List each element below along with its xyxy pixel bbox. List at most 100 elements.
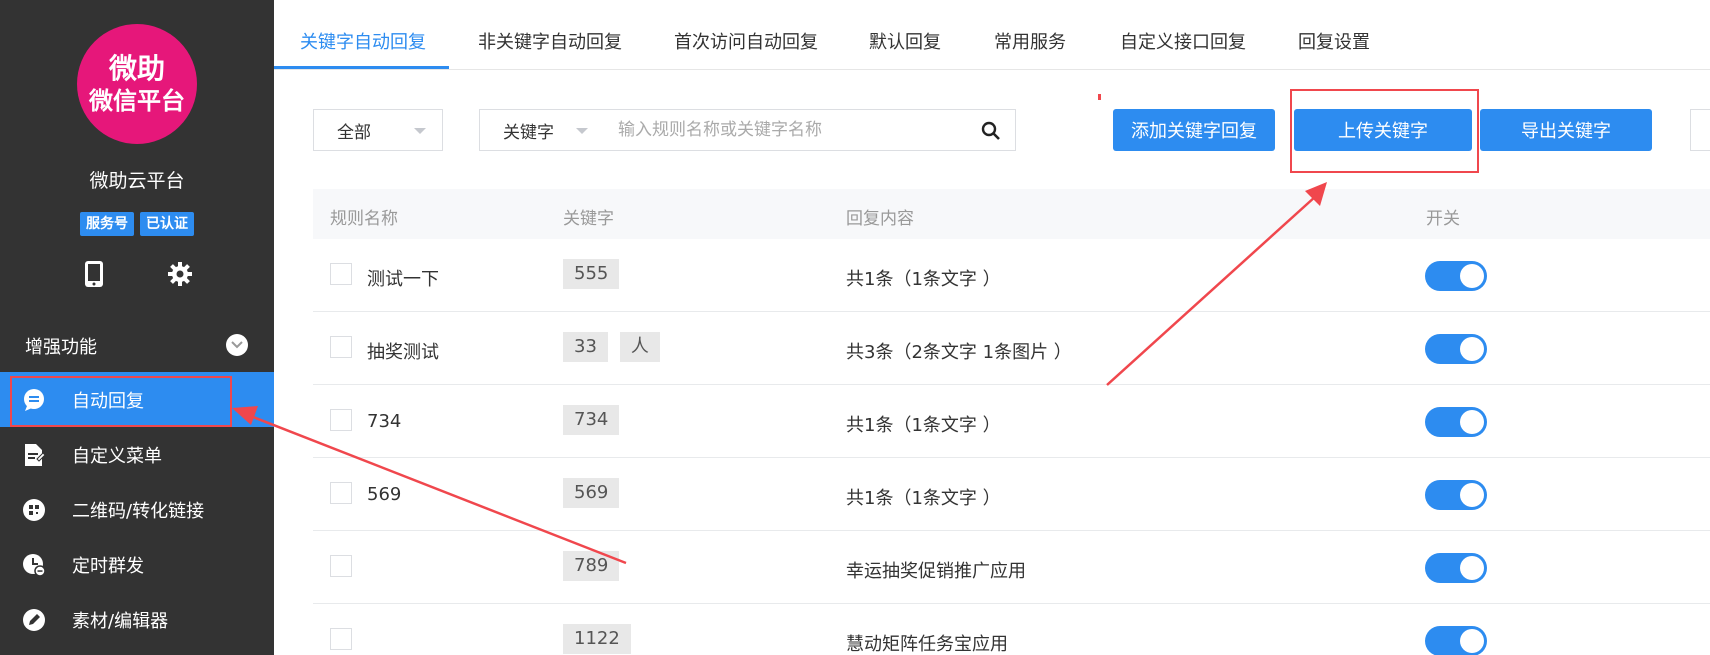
table-row: 789 幸运抽奖促销推广应用 (313, 531, 1710, 604)
annotation-highlight-upload (1290, 89, 1479, 173)
table-row: 569 569 共1条（1条文字 ） (313, 458, 1710, 531)
chat-bubble-icon (22, 388, 46, 412)
switch-knob (1460, 410, 1484, 434)
row-checkbox[interactable] (330, 336, 352, 358)
keyword-tag: 569 (563, 478, 620, 508)
reply-summary: 慧动矩阵任务宝应用 (846, 634, 1008, 655)
enable-switch[interactable] (1425, 407, 1487, 437)
rule-name: 测试一下 (367, 269, 439, 290)
badge-verified: 已认证 (140, 212, 194, 236)
tab-first-visit-reply[interactable]: 首次访问自动回复 (674, 28, 818, 54)
tab-common-services[interactable]: 常用服务 (994, 28, 1066, 54)
column-header-switch: 开关 (1426, 209, 1460, 229)
sidebar-item-label: 定时群发 (72, 555, 144, 577)
tab-non-keyword-reply[interactable]: 非关键字自动回复 (478, 28, 622, 54)
row-checkbox[interactable] (330, 263, 352, 285)
sidebar-item-label: 二维码/转化链接 (72, 500, 205, 522)
switch-knob (1460, 264, 1484, 288)
keyword-tag: 789 (563, 551, 620, 581)
column-header-keyword: 关键字 (563, 209, 614, 229)
table-row: 测试一下 555 共1条（1条文字 ） (313, 239, 1710, 312)
rule-name: 734 (367, 411, 402, 432)
reply-summary: 共1条（1条文字 ） (846, 269, 1001, 290)
keyword-rules-table: 规则名称 关键字 回复内容 开关 测试一下 555 共1条（1条文字 ） 抽奖测… (313, 189, 1710, 655)
switch-knob (1460, 556, 1484, 580)
table-row: 1122 慧动矩阵任务宝应用 (313, 604, 1710, 655)
enable-switch[interactable] (1425, 480, 1487, 510)
enable-switch[interactable] (1425, 553, 1487, 583)
sidebar-item-custom-menu[interactable]: 自定义菜单 (0, 427, 274, 482)
switch-knob (1460, 483, 1484, 507)
keyword-tags: 734 (563, 405, 620, 435)
keyword-tags: 555 (563, 259, 620, 289)
logo-line2: 微信平台 (89, 87, 185, 115)
keyword-tags: 569 (563, 478, 620, 508)
sidebar-nav: 自动回复 自定义菜单 二维码/转化链接 定时群发 素材/编辑器 (0, 372, 274, 647)
keyword-tag: 734 (563, 405, 620, 435)
active-tab-indicator (274, 66, 449, 69)
sidebar-quick-icons (80, 260, 194, 288)
table-header: 规则名称 关键字 回复内容 开关 (313, 189, 1710, 239)
keyword-tag: 人 (619, 332, 660, 362)
gear-icon[interactable] (166, 260, 194, 288)
document-edit-icon (22, 443, 46, 467)
qrcode-icon (22, 498, 46, 522)
keyword-tags: 789 (563, 551, 620, 581)
tab-reply-settings[interactable]: 回复设置 (1298, 28, 1370, 54)
tab-custom-api-reply[interactable]: 自定义接口回复 (1120, 28, 1246, 54)
logo-line1: 微助 (108, 52, 165, 85)
rule-name: 抽奖测试 (367, 342, 439, 363)
annotation-mark (1098, 94, 1101, 100)
search-input[interactable] (604, 109, 1016, 151)
keyword-tags: 33 人 (563, 332, 660, 362)
search-type-value: 关键字 (503, 122, 554, 143)
sidebar-item-material-editor[interactable]: 素材/编辑器 (0, 592, 274, 647)
column-header-reply: 回复内容 (846, 209, 914, 229)
more-button[interactable] (1690, 109, 1710, 151)
app-window: 微助 微信平台 微助云平台 服务号 已认证 增强功能 自动回复 自定义菜单 二维… (0, 0, 1710, 655)
rule-name: 569 (367, 484, 402, 505)
filter-select-value: 全部 (337, 122, 371, 143)
reply-summary: 共3条（2条文字 1条图片 ） (846, 342, 1072, 363)
tab-default-reply[interactable]: 默认回复 (869, 28, 941, 54)
account-name: 微助云平台 (89, 170, 185, 192)
table-row: 抽奖测试 33 人 共3条（2条文字 1条图片 ） (313, 312, 1710, 385)
export-keywords-button[interactable]: 导出关键字 (1480, 109, 1652, 151)
reply-summary: 幸运抽奖促销推广应用 (846, 561, 1026, 582)
keyword-tag: 1122 (563, 624, 631, 654)
caret-down-icon (576, 128, 588, 134)
column-header-name: 规则名称 (330, 209, 398, 229)
enable-switch[interactable] (1425, 334, 1487, 364)
keyword-tag: 555 (563, 259, 620, 289)
account-badges: 服务号 已认证 (0, 212, 274, 236)
reply-summary: 共1条（1条文字 ） (846, 488, 1001, 509)
sidebar-item-scheduled-broadcast[interactable]: 定时群发 (0, 537, 274, 592)
sidebar-item-auto-reply[interactable]: 自动回复 (0, 372, 274, 427)
add-keyword-reply-button[interactable]: 添加关键字回复 (1113, 109, 1275, 151)
clock-icon (22, 553, 46, 577)
chevron-down-icon[interactable] (226, 334, 248, 356)
row-checkbox[interactable] (330, 482, 352, 504)
keyword-tags: 1122 (563, 624, 631, 654)
search-icon[interactable] (980, 120, 1002, 142)
row-checkbox[interactable] (330, 628, 352, 650)
enable-switch[interactable] (1425, 626, 1487, 655)
switch-knob (1460, 629, 1484, 653)
filter-select[interactable]: 全部 (313, 109, 443, 151)
row-checkbox[interactable] (330, 555, 352, 577)
reply-tabs: 关键字自动回复 非关键字自动回复 首次访问自动回复 默认回复 常用服务 自定义接… (274, 0, 1710, 70)
badge-service-account: 服务号 (80, 212, 134, 236)
tab-keyword-reply[interactable]: 关键字自动回复 (300, 28, 426, 54)
search-type-select[interactable]: 关键字 (479, 109, 605, 151)
pencil-icon (22, 608, 46, 632)
sidebar: 微助 微信平台 微助云平台 服务号 已认证 增强功能 自动回复 自定义菜单 二维… (0, 0, 274, 655)
section-title-enhanced: 增强功能 (25, 337, 97, 358)
keyword-tag: 33 (563, 332, 608, 362)
sidebar-item-qrcode[interactable]: 二维码/转化链接 (0, 482, 274, 537)
phone-icon[interactable] (80, 260, 108, 288)
table-row: 734 734 共1条（1条文字 ） (313, 385, 1710, 458)
reply-summary: 共1条（1条文字 ） (846, 415, 1001, 436)
sidebar-item-label: 自动回复 (72, 390, 144, 412)
enable-switch[interactable] (1425, 261, 1487, 291)
row-checkbox[interactable] (330, 409, 352, 431)
